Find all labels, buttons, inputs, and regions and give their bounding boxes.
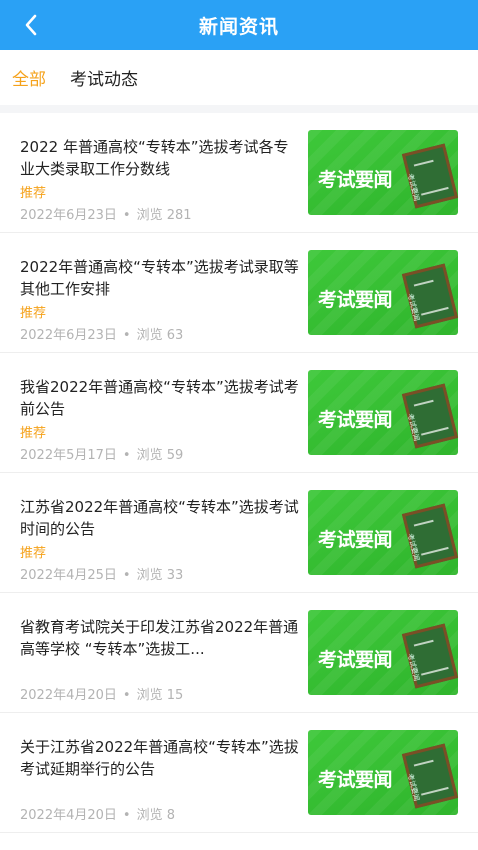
separator-dot: • (122, 568, 131, 583)
board-line (413, 639, 434, 647)
news-date: 2022年4月25日 (20, 568, 117, 583)
thumbnail-text: 考试要闻 (318, 649, 393, 671)
recommend-tag: 推荐 (20, 306, 47, 321)
separator-dot: • (122, 328, 131, 343)
news-item[interactable]: 江苏省2022年普通高校“专转本”选拔考试时间的公告 推荐 2022年4月25日… (0, 473, 478, 593)
tab-all[interactable]: 全部 (12, 65, 46, 90)
news-title: 2022 年普通高校“专转本”选拔考试各专业大类录取工作分数线 (20, 138, 289, 178)
news-views: 浏览 33 (136, 568, 184, 583)
news-item[interactable]: 2022 年普通高校“专转本”选拔考试各专业大类录取工作分数线 推荐 2022年… (0, 113, 478, 233)
news-title: 省教育考试院关于印发江苏省2022年普通高等学校 “专转本”选拔工... (20, 618, 299, 658)
news-meta: 2022年5月17日 • 浏览 59 (20, 444, 183, 463)
separator-dot: • (122, 448, 131, 463)
news-thumbnail: 考试要闻 考试要闻 (308, 130, 458, 215)
chevron-left-icon (25, 14, 37, 36)
board-line (413, 759, 434, 767)
news-date: 2022年4月20日 (20, 688, 117, 703)
board-line (421, 186, 449, 196)
news-thumbnail: 考试要闻 考试要闻 (308, 730, 458, 815)
news-views: 浏览 15 (136, 688, 184, 703)
back-button[interactable] (14, 8, 48, 42)
recommend-tag: 推荐 (20, 546, 47, 561)
news-meta: 2022年6月23日 • 浏览 281 (20, 204, 192, 223)
news-item[interactable]: 省教育考试院关于印发江苏省2022年普通高等学校 “专转本”选拔工... 202… (0, 593, 478, 713)
category-tabs: 全部 考试动态 (0, 50, 478, 105)
news-meta: 2022年4月25日 • 浏览 33 (20, 564, 183, 583)
recommend-tag: 推荐 (20, 426, 47, 441)
board-line (413, 519, 434, 527)
news-meta: 2022年6月23日 • 浏览 63 (20, 324, 183, 343)
board-line (413, 399, 434, 407)
board-line (421, 666, 449, 676)
news-thumbnail: 考试要闻 考试要闻 (308, 370, 458, 455)
thumbnail-text: 考试要闻 (318, 289, 393, 311)
news-date: 2022年5月17日 (20, 448, 117, 463)
thumbnail-text: 考试要闻 (318, 169, 393, 191)
news-views: 浏览 281 (136, 208, 192, 223)
board-line (413, 279, 434, 287)
separator-dot: • (122, 808, 131, 823)
news-item[interactable]: 2022年普通高校“专转本”选拔考试录取等其他工作安排 推荐 2022年6月23… (0, 233, 478, 353)
news-meta: 2022年4月20日 • 浏览 15 (20, 684, 183, 703)
news-list: 2022 年普通高校“专转本”选拔考试各专业大类录取工作分数线 推荐 2022年… (0, 113, 478, 833)
page-title: 新闻资讯 (198, 15, 279, 38)
recommend-tag: 推荐 (20, 186, 47, 201)
news-thumbnail: 考试要闻 考试要闻 (308, 250, 458, 335)
thumbnail-text: 考试要闻 (318, 529, 393, 551)
app-header: 新闻资讯 (0, 0, 478, 50)
news-thumbnail: 考试要闻 考试要闻 (308, 490, 458, 575)
separator-dot: • (122, 688, 131, 703)
news-views: 浏览 59 (136, 448, 184, 463)
tab-exam-news[interactable]: 考试动态 (70, 65, 138, 90)
news-title: 江苏省2022年普通高校“专转本”选拔考试时间的公告 (20, 498, 299, 538)
news-views: 浏览 63 (136, 328, 184, 343)
news-title: 关于江苏省2022年普通高校“专转本”选拔考试延期举行的公告 (20, 738, 299, 778)
thumbnail-text: 考试要闻 (318, 769, 393, 791)
news-date: 2022年6月23日 (20, 328, 117, 343)
news-item[interactable]: 我省2022年普通高校“专转本”选拔考试考前公告 推荐 2022年5月17日 • 浏… (0, 353, 478, 473)
separator-dot: • (122, 208, 131, 223)
thumbnail-text: 考试要闻 (318, 409, 393, 431)
board-line (421, 546, 449, 556)
board-line (413, 159, 434, 167)
board-line (421, 786, 449, 796)
news-views: 浏览 8 (136, 808, 175, 823)
board-line (421, 426, 449, 436)
section-divider (0, 105, 478, 113)
news-date: 2022年4月20日 (20, 808, 117, 823)
news-title: 我省2022年普通高校“专转本”选拔考试考前公告 (20, 378, 299, 418)
news-title: 2022年普通高校“专转本”选拔考试录取等其他工作安排 (20, 258, 299, 298)
news-thumbnail: 考试要闻 考试要闻 (308, 610, 458, 695)
news-meta: 2022年4月20日 • 浏览 8 (20, 804, 175, 823)
board-line (421, 306, 449, 316)
news-item[interactable]: 关于江苏省2022年普通高校“专转本”选拔考试延期举行的公告 2022年4月20… (0, 713, 478, 833)
news-date: 2022年6月23日 (20, 208, 117, 223)
